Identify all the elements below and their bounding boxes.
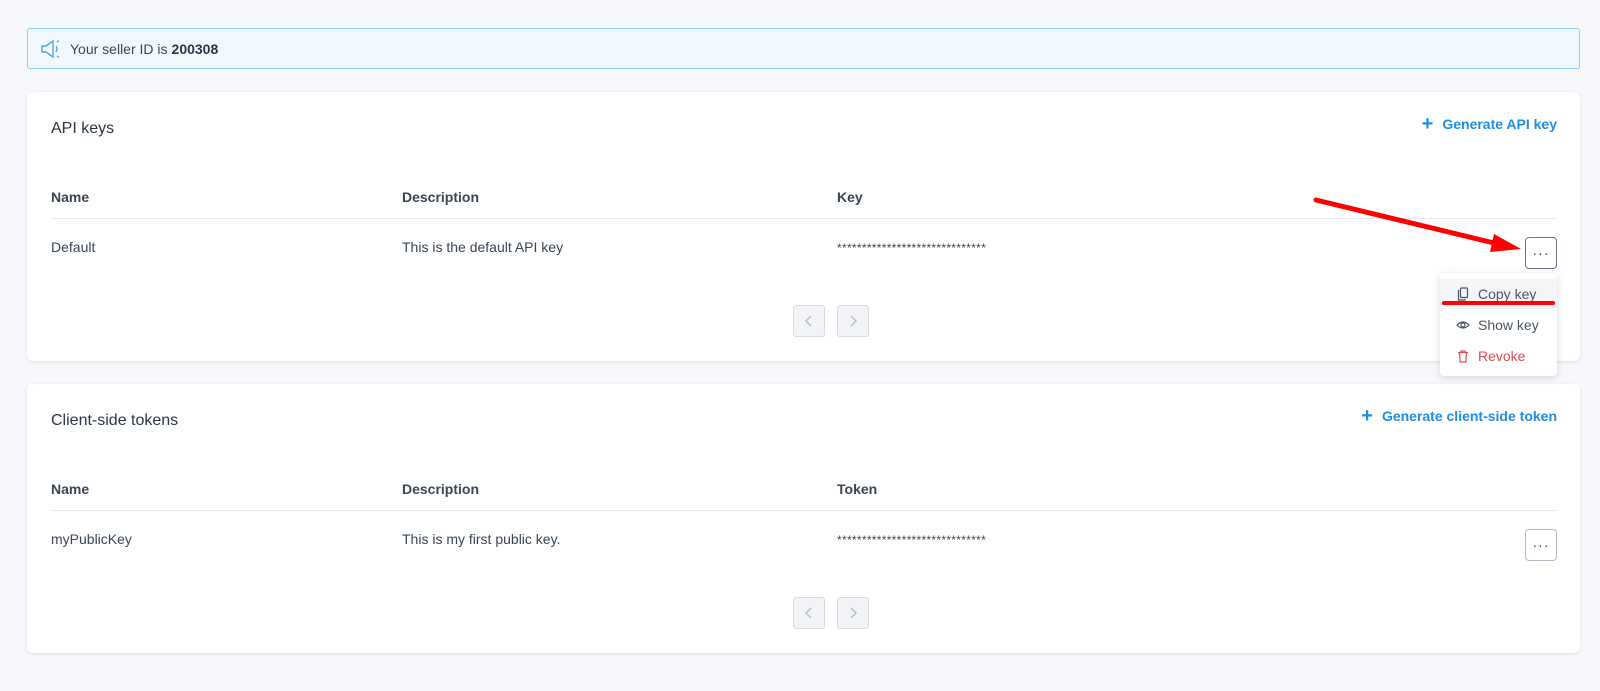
column-header-key: Key [837,189,863,205]
seller-id-value: 200308 [171,40,219,57]
megaphone-icon [40,39,62,59]
table-row: Default This is the default API key ****… [51,239,1557,259]
ellipsis-icon: ··· [1532,245,1550,261]
seller-id-prefix: Your seller ID is [70,40,168,57]
column-header-description: Description [402,481,480,497]
plus-icon: + [1361,405,1373,427]
generate-client-token-button[interactable]: + Generate client-side token [1361,405,1557,427]
generate-api-key-label: Generate API key [1442,116,1557,132]
previous-page-button[interactable] [793,305,825,337]
trash-icon [1456,349,1470,363]
chevron-right-icon [850,315,858,327]
client-token-description: This is my first public key. [402,531,561,547]
client-token-masked-value: ****************************** [837,533,987,547]
menu-item-label: Show key [1478,316,1539,333]
client-token-actions-button[interactable]: ··· [1525,529,1557,561]
client-tokens-card: Client-side tokens + Generate client-sid… [27,384,1580,653]
client-token-name: myPublicKey [51,531,132,547]
chevron-left-icon [804,607,812,619]
api-key-description: This is the default API key [402,239,564,255]
menu-item-show-key[interactable]: Show key [1440,309,1557,340]
page: Your seller ID is 200308 API keys + Gene… [0,0,1600,691]
column-header-token: Token [837,481,878,497]
next-page-button[interactable] [837,597,869,629]
api-key-masked-value: ****************************** [837,241,987,255]
table-row: myPublicKey This is my first public key.… [51,531,1557,551]
column-header-description: Description [402,189,480,205]
api-keys-card: API keys + Generate API key Name Descrip… [27,92,1580,361]
menu-item-copy-key[interactable]: Copy key [1440,279,1557,309]
seller-id-banner: Your seller ID is 200308 [27,28,1580,69]
column-header-name: Name [51,189,90,205]
api-keys-pagination [793,305,869,337]
ellipsis-icon: ··· [1532,537,1550,553]
menu-item-label: Copy key [1478,286,1537,302]
menu-item-label: Revoke [1478,347,1526,364]
column-header-name: Name [51,481,90,497]
api-key-actions-button[interactable]: ··· [1525,237,1557,269]
chevron-right-icon [850,607,858,619]
copy-icon [1456,287,1470,301]
next-page-button[interactable] [837,305,869,337]
client-tokens-pagination [793,597,869,629]
generate-client-token-label: Generate client-side token [1381,408,1557,424]
api-key-name: Default [51,239,96,255]
api-key-actions-menu: Copy key Show key Revoke [1440,273,1557,376]
client-tokens-table-header: Name Description Token [51,481,1557,511]
eye-icon [1456,318,1470,332]
menu-item-revoke[interactable]: Revoke [1440,340,1557,371]
api-keys-title: API keys [51,120,115,137]
plus-icon: + [1421,113,1434,135]
generate-api-key-button[interactable]: + Generate API key [1421,113,1557,135]
api-keys-table-header: Name Description Key [51,189,1557,219]
chevron-left-icon [804,315,812,327]
client-tokens-title: Client-side tokens [51,412,179,429]
previous-page-button[interactable] [793,597,825,629]
